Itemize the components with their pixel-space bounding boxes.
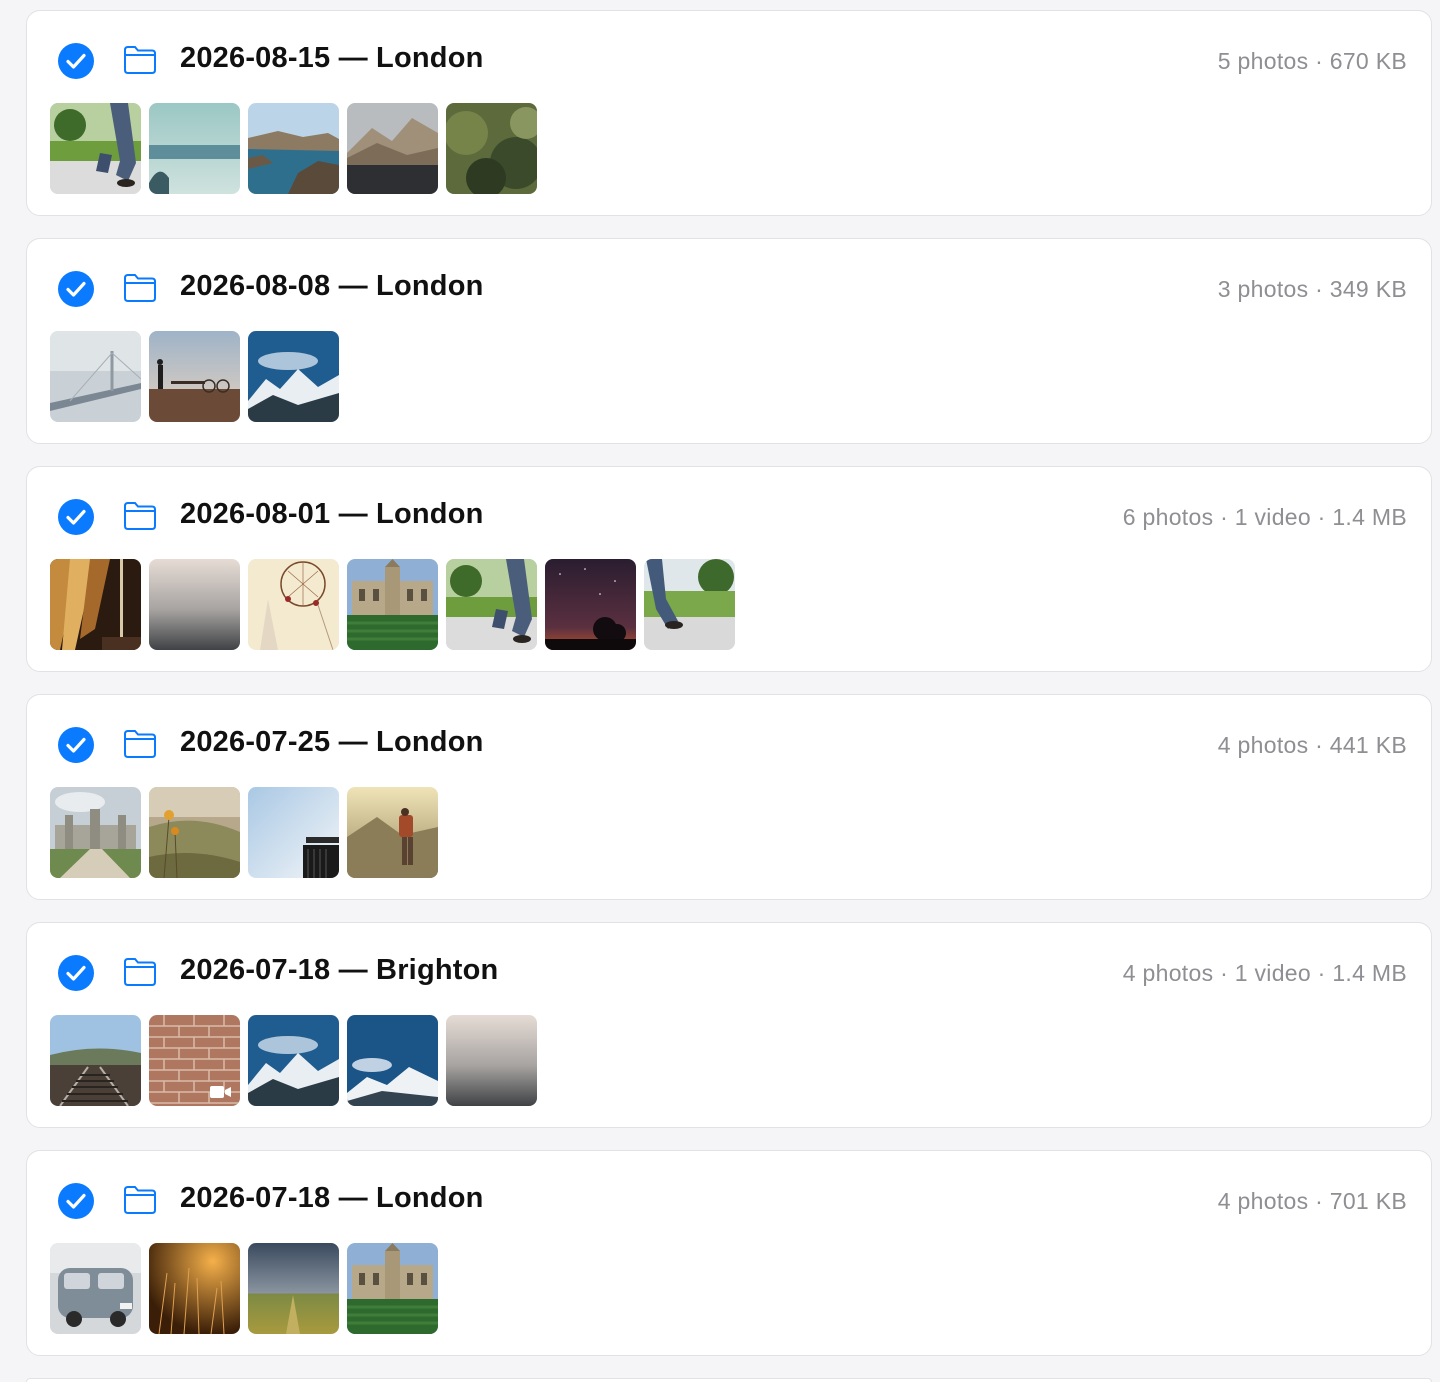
photo-thumbnail-misty-sea[interactable] xyxy=(149,559,240,650)
checkbox-checked-icon[interactable] xyxy=(57,498,95,536)
thumbnail-strip xyxy=(50,331,339,422)
folder-title: 2026-08-01 — London xyxy=(180,498,484,530)
photo-thumbnail-flowers-valley[interactable] xyxy=(149,787,240,878)
photo-thumbnail-vintage-van[interactable] xyxy=(50,1243,141,1334)
folder-list: 2026-08-15 — London 5 photos · 670 KB 2026… xyxy=(0,0,1440,1382)
folder-icon xyxy=(124,958,156,986)
photo-thumbnail-railway-tracks[interactable] xyxy=(50,1015,141,1106)
folder-meta: 6 photos · 1 video · 1.4 MB xyxy=(1122,504,1407,530)
checkbox-checked-icon[interactable] xyxy=(57,270,95,308)
folder-meta: 4 photos · 441 KB xyxy=(1217,732,1407,758)
folder-meta: 4 photos · 1 video · 1.4 MB xyxy=(1122,960,1407,986)
folder-meta: 3 photos · 349 KB xyxy=(1217,276,1407,302)
folder-meta: 5 photos · 670 KB xyxy=(1217,48,1407,74)
photo-thumbnail-hiker-mountains[interactable] xyxy=(347,787,438,878)
folder-title: 2026-08-15 — London xyxy=(180,42,484,74)
folder-icon xyxy=(124,274,156,302)
photo-thumbnail-foggy-bridge[interactable] xyxy=(50,331,141,422)
photo-thumbnail-park-legs[interactable] xyxy=(446,559,537,650)
folder-icon xyxy=(124,1186,156,1214)
photo-thumbnail-mountain-lake[interactable] xyxy=(347,103,438,194)
photo-thumbnail-college-lawn[interactable] xyxy=(347,1243,438,1334)
photo-thumbnail-college-lawn[interactable] xyxy=(347,559,438,650)
photo-thumbnail-brick-wall[interactable] xyxy=(149,1015,240,1106)
folder-card[interactable]: 2026-07-25 — London 4 photos · 441 KB xyxy=(26,694,1432,900)
thumbnail-strip xyxy=(50,559,735,650)
thumbnail-strip xyxy=(50,787,438,878)
photo-thumbnail-misty-sea[interactable] xyxy=(446,1015,537,1106)
thumbnail-strip xyxy=(50,1015,537,1106)
photo-thumbnail-person-bicycle-shore[interactable] xyxy=(149,331,240,422)
checkbox-checked-icon[interactable] xyxy=(57,1182,95,1220)
folder-icon xyxy=(124,46,156,74)
photo-thumbnail-snowy-mountains[interactable] xyxy=(248,331,339,422)
folder-icon xyxy=(124,730,156,758)
photo-thumbnail-golden-curtains[interactable] xyxy=(50,559,141,650)
folder-icon xyxy=(124,502,156,530)
photo-thumbnail-golden-grass[interactable] xyxy=(149,1243,240,1334)
photo-thumbnail-bright-sky-structure[interactable] xyxy=(248,787,339,878)
photo-thumbnail-stormy-field[interactable] xyxy=(248,1243,339,1334)
photo-thumbnail-night-sky-tree[interactable] xyxy=(545,559,636,650)
folder-title: 2026-08-08 — London xyxy=(180,270,484,302)
photo-thumbnail-dark-forest[interactable] xyxy=(446,103,537,194)
photo-thumbnail-rocky-coast[interactable] xyxy=(248,103,339,194)
folder-card[interactable]: 2026-07-18 — Brighton 4 photos · 1 video … xyxy=(26,922,1432,1128)
folder-title: 2026-07-18 — London xyxy=(180,1182,484,1214)
folder-title: 2026-07-25 — London xyxy=(180,726,484,758)
photo-thumbnail-snowy-mountains[interactable] xyxy=(248,1015,339,1106)
folder-card[interactable]: 2026-07-18 — London 4 photos · 701 KB xyxy=(26,1150,1432,1356)
photo-thumbnail-castle-path[interactable] xyxy=(50,787,141,878)
folder-title: 2026-07-18 — Brighton xyxy=(180,954,499,986)
photo-thumbnail-snowy-mountains-alt[interactable] xyxy=(347,1015,438,1106)
folder-card[interactable]: 2026-08-15 — London 5 photos · 670 KB xyxy=(26,10,1432,216)
photo-thumbnail-dreamcatcher[interactable] xyxy=(248,559,339,650)
thumbnail-strip xyxy=(50,103,537,194)
folder-card[interactable]: 2026-08-08 — London 3 photos · 349 KB xyxy=(26,238,1432,444)
thumbnail-strip xyxy=(50,1243,438,1334)
folder-meta: 4 photos · 701 KB xyxy=(1217,1188,1407,1214)
photo-thumbnail-park-legs[interactable] xyxy=(50,103,141,194)
checkbox-checked-icon[interactable] xyxy=(57,42,95,80)
checkbox-checked-icon[interactable] xyxy=(57,726,95,764)
folder-card-partial xyxy=(26,1378,1432,1382)
video-camera-icon xyxy=(210,1086,231,1098)
photo-thumbnail-park-legs-alt[interactable] xyxy=(644,559,735,650)
folder-card[interactable]: 2026-08-01 — London 6 photos · 1 video · … xyxy=(26,466,1432,672)
checkbox-checked-icon[interactable] xyxy=(57,954,95,992)
photo-thumbnail-teal-ocean[interactable] xyxy=(149,103,240,194)
